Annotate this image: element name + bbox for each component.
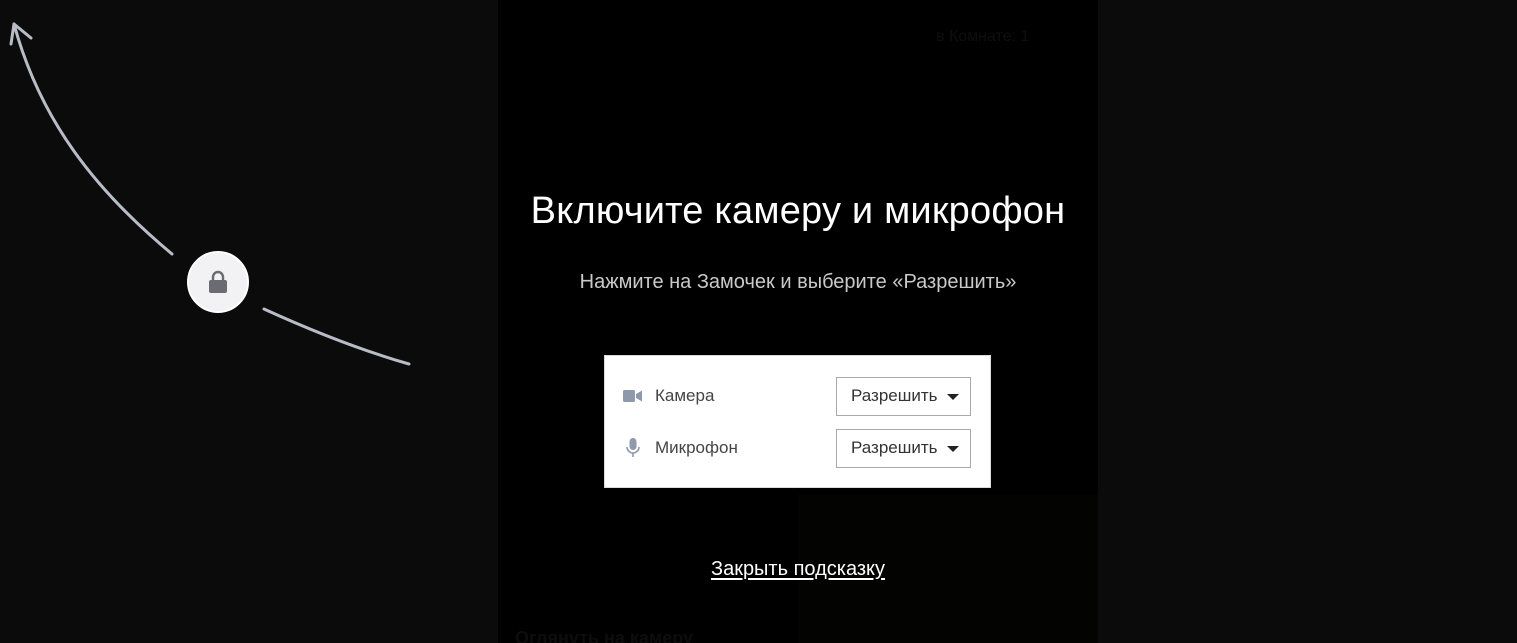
- permission-row-microphone: Микрофон Разрешить: [605, 428, 990, 468]
- camera-permission-value: Разрешить: [851, 386, 938, 405]
- caret-down-icon: [947, 445, 959, 452]
- caret-down-icon: [947, 393, 959, 400]
- lock-icon: [209, 270, 227, 293]
- permission-label-camera: Камера: [655, 386, 715, 405]
- hint-title: Включите камеру и микрофон: [530, 190, 1066, 232]
- close-hint-link[interactable]: Закрыть подсказку: [711, 558, 885, 580]
- close-hint-container: Закрыть подсказку: [498, 558, 1098, 581]
- microphone-permission-value: Разрешить: [851, 438, 938, 457]
- microphone-icon: [623, 438, 643, 458]
- lock-button[interactable]: [187, 251, 249, 313]
- permission-row-camera: Камера Разрешить: [605, 376, 990, 416]
- permission-hint-overlay: в Комнате: 1 Оглянуть на камеру Включите…: [0, 0, 1517, 643]
- permission-label-microphone: Микрофон: [655, 438, 738, 457]
- background-caption: Оглянуть на камеру: [515, 628, 693, 643]
- camera-permission-select[interactable]: Разрешить: [836, 376, 971, 416]
- video-camera-icon: [623, 386, 643, 406]
- pointer-arrow-icon: [9, 22, 411, 366]
- room-count-text: в Комнате: 1: [936, 28, 1030, 45]
- microphone-permission-select[interactable]: Разрешить: [836, 428, 971, 468]
- permissions-card: Камера Разрешить Микрофон Разрешить: [604, 355, 991, 488]
- hint-subtitle: Нажмите на Замочек и выберите «Разрешить…: [579, 271, 1017, 293]
